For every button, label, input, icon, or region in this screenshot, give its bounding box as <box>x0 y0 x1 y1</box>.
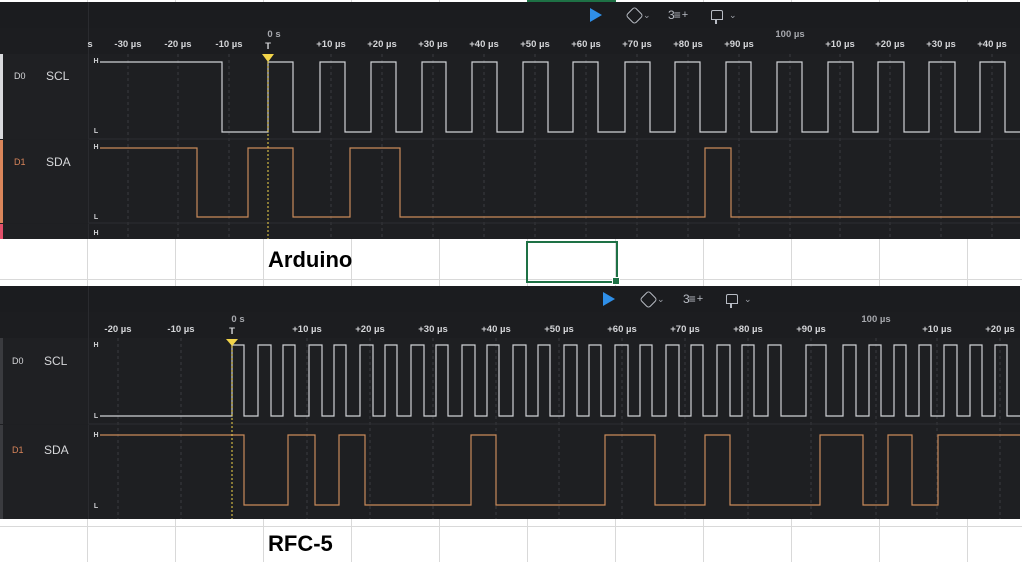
ruler-tick-label: +10 µs <box>316 39 346 50</box>
channel-row-sda[interactable]: D1 SDA <box>0 140 89 223</box>
ruler-tick-label: +70 µs <box>622 39 652 50</box>
caption-arduino[interactable]: Arduino <box>268 247 352 273</box>
ruler-tick-label: -20 µs <box>164 39 191 50</box>
high-level-label: H <box>93 432 98 439</box>
scl-waveform <box>100 61 1020 133</box>
caption-rfc5[interactable]: RFC-5 <box>268 531 333 557</box>
low-level-label: L <box>94 128 99 135</box>
low-level-label: L <box>94 503 99 510</box>
ruler-tick-label: +20 µs <box>355 324 385 335</box>
ruler-tick-label: +80 µs <box>733 324 763 335</box>
fill-handle[interactable] <box>612 277 620 285</box>
channel-name: SCL <box>46 69 70 83</box>
grid-row-line <box>0 526 1022 527</box>
ruler-tick-label: -20 µs <box>104 324 131 335</box>
ruler-tick-label: +30 µs <box>926 39 956 50</box>
ruler-tick-label: +20 µs <box>367 39 397 50</box>
channel-color-bar <box>0 425 3 519</box>
channel-name: SDA <box>44 443 69 457</box>
ruler-tick-label: +30 µs <box>418 324 448 335</box>
high-level-label: H <box>93 58 98 65</box>
ruler-tick-label: +40 µs <box>481 324 511 335</box>
ruler-tick-label: +20 µs <box>985 324 1015 335</box>
channel-row-scl[interactable]: D0 SCL <box>0 54 89 139</box>
ruler-tick-label: +10 µs <box>292 324 322 335</box>
low-level-label: L <box>94 214 99 221</box>
ruler-major-label: 100 µs <box>861 314 890 325</box>
ruler-zero-label: 0 s <box>231 314 244 325</box>
ruler-major-label: 100 µs <box>775 29 804 40</box>
channel-color-bar <box>0 224 3 239</box>
channel-color-bar <box>0 338 3 424</box>
waveform-area[interactable]: s -30 µs -20 µs -10 µs +10 µs +20 µs +30 µs +40… <box>0 2 1020 239</box>
high-level-label: H <box>93 144 98 151</box>
ruler-tick-label: +90 µs <box>796 324 826 335</box>
ruler-tick-label: +60 µs <box>571 39 601 50</box>
logic-analyzer-capture-rfc5: ⌄ 3≡ + ⌄ -20 µs -10 µs +10 µs +20 µs +30 µs +… <box>0 286 1020 519</box>
channel-id: D0 <box>14 71 26 81</box>
trigger-marker <box>262 54 274 62</box>
logic-analyzer-capture-arduino: ⌄ 3≡ + ⌄ s -30 µs -20 µs -10 µs +10 µs +20 µs… <box>0 2 1020 239</box>
channel-id: D1 <box>14 157 26 167</box>
channel-color-bar <box>0 54 3 139</box>
channel-id: D1 <box>12 445 24 455</box>
channel-color-bar <box>0 140 3 223</box>
channel-name: SDA <box>46 155 71 169</box>
ruler-tick-label: +90 µs <box>724 39 754 50</box>
trigger-marker-label: T <box>265 41 271 52</box>
selected-cell[interactable] <box>526 241 618 283</box>
ruler-tick-label: +50 µs <box>544 324 574 335</box>
ruler-tick-label: +70 µs <box>670 324 700 335</box>
ruler-tick-label: -10 µs <box>215 39 242 50</box>
channel-name: SCL <box>44 354 68 368</box>
ruler-tick-label: -30 µs <box>114 39 141 50</box>
trigger-marker-label: T <box>229 326 235 337</box>
ruler-tick-label: -10 µs <box>167 324 194 335</box>
ruler-tick-label: s <box>87 39 92 50</box>
grid-row-line <box>0 279 1022 280</box>
ruler-tick-label: +40 µs <box>977 39 1007 50</box>
channel-row-d2[interactable] <box>0 224 89 239</box>
ruler-tick-label: +40 µs <box>469 39 499 50</box>
ruler-tick-label: +10 µs <box>922 324 952 335</box>
high-level-label: H <box>93 342 98 349</box>
sda-waveform <box>100 147 1020 218</box>
ruler-tick-label: +60 µs <box>607 324 637 335</box>
ruler-tick-label: +50 µs <box>520 39 550 50</box>
ruler-tick-label: +20 µs <box>875 39 905 50</box>
ruler-tick-label: +80 µs <box>673 39 703 50</box>
ruler-zero-label: 0 s <box>267 29 280 40</box>
waveform-area[interactable]: -20 µs -10 µs +10 µs +20 µs +30 µs +40 µs +50 … <box>0 286 1020 519</box>
channel-row-sda[interactable]: D1 SDA <box>0 425 89 519</box>
ruler-tick-label: +30 µs <box>418 39 448 50</box>
ruler-tick-label: +10 µs <box>825 39 855 50</box>
channel-id: D0 <box>12 356 24 366</box>
channel-row-scl[interactable]: D0 SCL <box>0 338 89 424</box>
scl-waveform <box>100 344 1020 417</box>
low-level-label: L <box>94 413 99 420</box>
high-level-label: H <box>93 230 98 237</box>
sda-waveform <box>100 434 1020 506</box>
